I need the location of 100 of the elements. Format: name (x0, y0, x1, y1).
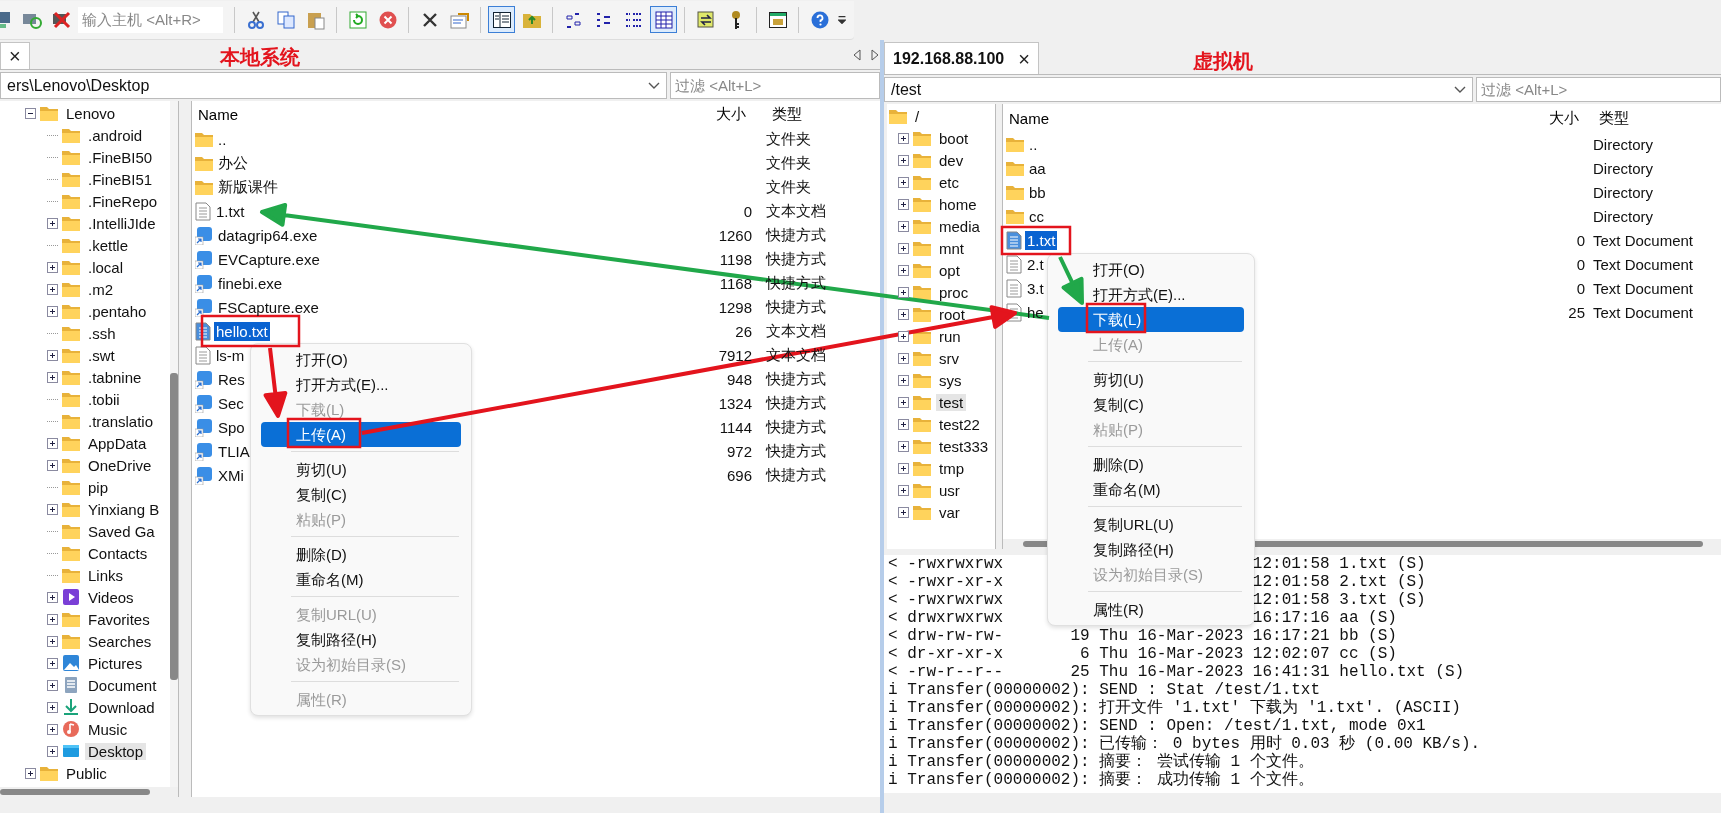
tree-item[interactable]: home (936, 195, 980, 213)
path-field[interactable]: ers\Lenovo\Desktop (0, 72, 667, 99)
menu-item[interactable]: 上传(A) (261, 422, 461, 447)
file-name[interactable]: .. (216, 129, 229, 149)
file-name[interactable]: 办公 (216, 152, 250, 174)
file-name[interactable]: bb (1027, 182, 1048, 202)
tree-item[interactable]: Pictures (85, 654, 146, 672)
menu-item[interactable]: 复制路径(H) (261, 627, 461, 652)
tree-item[interactable]: OneDrive (85, 456, 155, 474)
tree-item[interactable]: .kettle (85, 236, 132, 254)
tree-item[interactable]: pip (85, 478, 112, 496)
expand-toggle[interactable] (898, 330, 909, 342)
menu-item[interactable]: 下载(L) (1058, 307, 1244, 332)
tree-item[interactable]: .android (85, 126, 146, 144)
tree-item[interactable]: .tabnine (85, 368, 145, 386)
tree-item[interactable]: root (936, 305, 968, 323)
column-header[interactable]: 大小 (1525, 107, 1585, 129)
tree-item[interactable]: test333 (936, 437, 992, 455)
close-button[interactable]: × (9, 46, 21, 66)
tree-item[interactable]: run (936, 327, 964, 345)
file-name[interactable]: finebi.exe (216, 273, 285, 293)
expand-toggle[interactable] (47, 591, 58, 603)
tree-item[interactable]: Saved Ga (85, 522, 158, 540)
expand-toggle[interactable] (898, 308, 909, 320)
close-button[interactable]: × (1018, 48, 1030, 69)
tree-item[interactable]: Videos (85, 588, 137, 606)
tree-item[interactable]: Searches (85, 632, 155, 650)
menu-item[interactable]: 删除(D) (261, 542, 461, 567)
expand-toggle[interactable] (47, 217, 58, 229)
path-field[interactable]: /test (884, 77, 1473, 102)
file-name[interactable]: 1.txt (1025, 230, 1058, 250)
file-name[interactable]: .. (1027, 134, 1040, 154)
tree-item[interactable]: Yinxiang B (85, 500, 163, 518)
expand-toggle[interactable] (898, 154, 909, 166)
expand-toggle[interactable] (47, 437, 58, 449)
file-name[interactable]: Spo (216, 417, 247, 437)
expand-toggle[interactable] (898, 220, 909, 232)
file-name[interactable]: hello.txt (214, 321, 270, 341)
menu-item[interactable]: 重命名(M) (261, 567, 461, 592)
scrollbar[interactable] (0, 787, 178, 797)
menu-item[interactable]: 复制(C) (1058, 392, 1244, 417)
column-header[interactable]: Name (192, 104, 668, 124)
expand-toggle[interactable] (898, 286, 909, 298)
filter-field[interactable]: 过滤 <Alt+L> (1476, 77, 1721, 102)
menu-item[interactable]: 打开(O) (261, 347, 461, 372)
expand-toggle[interactable] (898, 418, 909, 430)
expand-toggle[interactable] (47, 701, 58, 713)
expand-toggle[interactable] (47, 349, 58, 361)
file-name[interactable]: FSCapture.exe (216, 297, 321, 317)
file-name[interactable]: TLIA (216, 441, 252, 461)
menu-item[interactable]: 删除(D) (1058, 452, 1244, 477)
tree-item[interactable]: .FineRepo (85, 192, 161, 210)
toolbar-button[interactable] (488, 6, 515, 33)
tree-item[interactable]: .IntelliJIde (85, 214, 159, 232)
tree-item[interactable]: sys (936, 371, 965, 389)
menu-item[interactable]: 属性(R) (1058, 597, 1244, 622)
expand-toggle[interactable] (47, 503, 58, 515)
menu-item[interactable]: 复制URL(U) (1058, 512, 1244, 537)
expand-toggle[interactable] (47, 723, 58, 735)
menu-item[interactable]: 打开方式(E)... (1058, 282, 1244, 307)
tree-item[interactable]: proc (936, 283, 972, 301)
expand-toggle[interactable] (898, 506, 909, 518)
tree-item[interactable]: Document (85, 676, 160, 694)
expand-toggle[interactable] (898, 374, 909, 386)
tree-item[interactable]: test (936, 393, 967, 411)
tab[interactable]: 192.168.88.100 × (884, 42, 1039, 74)
file-name[interactable]: EVCapture.exe (216, 249, 322, 269)
tree-item[interactable]: srv (936, 349, 962, 367)
expand-toggle[interactable] (898, 484, 909, 496)
tree-item[interactable]: .FineBI50 (85, 148, 156, 166)
file-name[interactable]: Res (216, 369, 247, 389)
menu-item[interactable]: 打开方式(E)... (261, 372, 461, 397)
expand-toggle[interactable] (47, 371, 58, 383)
file-name[interactable]: Sec (216, 393, 246, 413)
menu-item[interactable]: 重命名(M) (1058, 477, 1244, 502)
tree-item[interactable]: Download (85, 698, 158, 716)
tree-item[interactable]: test22 (936, 415, 983, 433)
tree-item[interactable]: Contacts (85, 544, 151, 562)
menu-item[interactable]: 剪切(U) (1058, 367, 1244, 392)
file-name[interactable]: cc (1027, 206, 1046, 226)
tree-item[interactable]: dev (936, 151, 967, 169)
tree-item[interactable]: var (936, 503, 963, 521)
tree-item[interactable]: / (912, 107, 923, 125)
tree-item[interactable]: usr (936, 481, 963, 499)
expand-toggle[interactable] (47, 283, 58, 295)
tree-item[interactable]: .FineBI51 (85, 170, 156, 188)
expand-toggle[interactable] (898, 396, 909, 408)
expand-toggle[interactable] (898, 242, 909, 254)
expand-toggle[interactable] (47, 261, 58, 273)
menu-item[interactable]: 复制(C) (261, 482, 461, 507)
tree-item[interactable]: .translatio (85, 412, 157, 430)
tab[interactable]: × (0, 42, 30, 69)
tree-item[interactable]: Public (63, 764, 110, 782)
expand-toggle[interactable] (898, 176, 909, 188)
file-name[interactable]: 1.txt (214, 201, 247, 221)
file-name[interactable]: ls-m (214, 345, 247, 365)
expand-toggle[interactable] (47, 305, 58, 317)
file-name[interactable]: XMi (216, 465, 246, 485)
expand-toggle[interactable] (898, 132, 909, 144)
file-name[interactable]: aa (1027, 158, 1048, 178)
